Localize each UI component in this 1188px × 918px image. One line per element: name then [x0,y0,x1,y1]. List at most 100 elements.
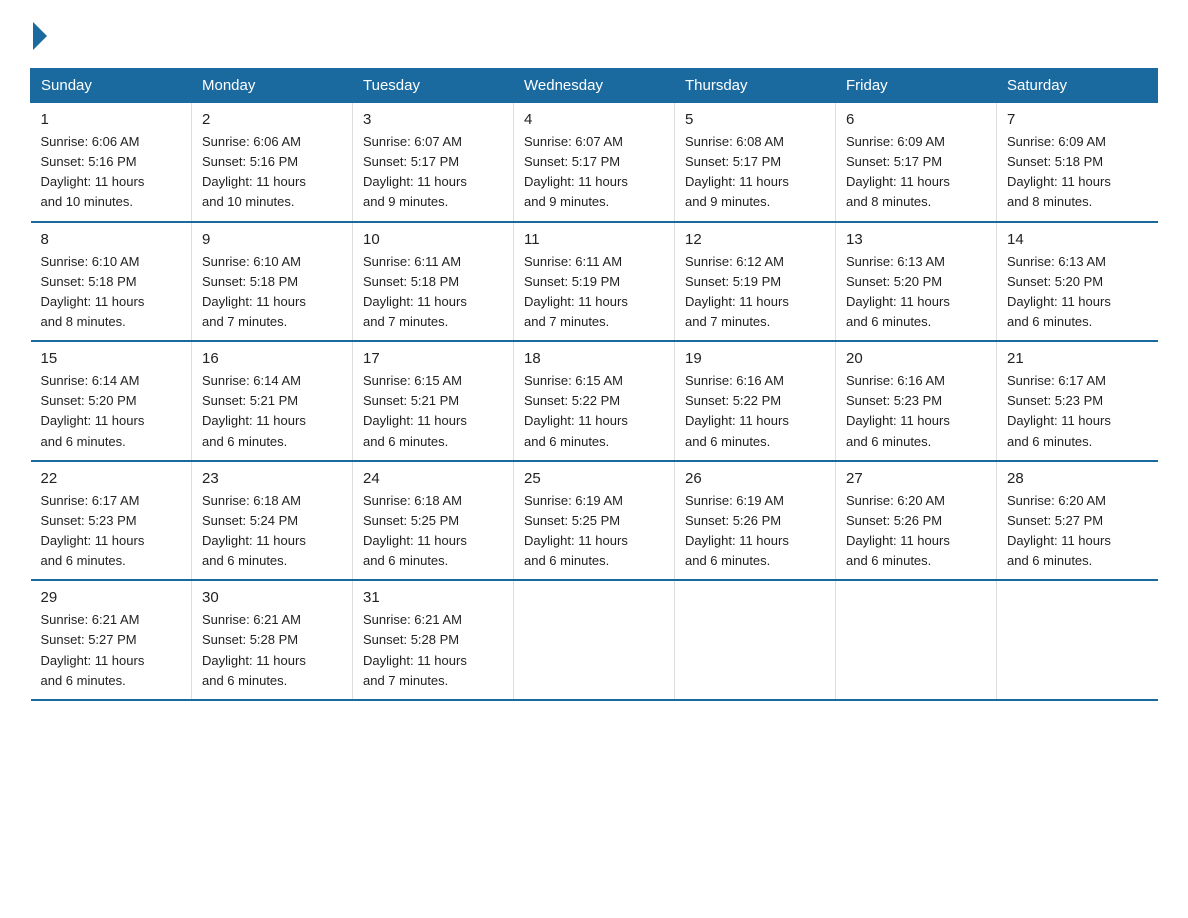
logo [30,20,47,50]
day-info: Sunrise: 6:18 AMSunset: 5:24 PMDaylight:… [202,493,306,568]
calendar-day-cell: 19 Sunrise: 6:16 AMSunset: 5:22 PMDaylig… [675,341,836,461]
calendar-day-cell: 30 Sunrise: 6:21 AMSunset: 5:28 PMDaylig… [192,580,353,700]
day-info: Sunrise: 6:19 AMSunset: 5:26 PMDaylight:… [685,493,789,568]
calendar-day-cell [514,580,675,700]
calendar-day-cell [836,580,997,700]
day-number: 5 [685,111,825,128]
day-info: Sunrise: 6:13 AMSunset: 5:20 PMDaylight:… [846,254,950,329]
day-info: Sunrise: 6:17 AMSunset: 5:23 PMDaylight:… [41,493,145,568]
calendar-day-cell: 29 Sunrise: 6:21 AMSunset: 5:27 PMDaylig… [31,580,192,700]
day-number: 4 [524,111,664,128]
day-info: Sunrise: 6:15 AMSunset: 5:22 PMDaylight:… [524,373,628,448]
day-info: Sunrise: 6:12 AMSunset: 5:19 PMDaylight:… [685,254,789,329]
day-info: Sunrise: 6:20 AMSunset: 5:27 PMDaylight:… [1007,493,1111,568]
calendar-header: SundayMondayTuesdayWednesdayThursdayFrid… [31,69,1158,103]
day-info: Sunrise: 6:10 AMSunset: 5:18 PMDaylight:… [41,254,145,329]
day-number: 18 [524,350,664,367]
calendar-week-row: 22 Sunrise: 6:17 AMSunset: 5:23 PMDaylig… [31,461,1158,581]
day-info: Sunrise: 6:09 AMSunset: 5:17 PMDaylight:… [846,134,950,209]
logo-triangle-icon [33,22,47,50]
calendar-day-cell: 16 Sunrise: 6:14 AMSunset: 5:21 PMDaylig… [192,341,353,461]
day-info: Sunrise: 6:17 AMSunset: 5:23 PMDaylight:… [1007,373,1111,448]
calendar-day-cell [675,580,836,700]
day-number: 12 [685,231,825,248]
day-number: 14 [1007,231,1148,248]
day-info: Sunrise: 6:16 AMSunset: 5:23 PMDaylight:… [846,373,950,448]
day-of-week-header: Monday [192,69,353,103]
day-number: 29 [41,589,182,606]
calendar-day-cell: 6 Sunrise: 6:09 AMSunset: 5:17 PMDayligh… [836,103,997,222]
calendar-day-cell: 5 Sunrise: 6:08 AMSunset: 5:17 PMDayligh… [675,103,836,222]
day-number: 10 [363,231,503,248]
day-info: Sunrise: 6:19 AMSunset: 5:25 PMDaylight:… [524,493,628,568]
day-info: Sunrise: 6:11 AMSunset: 5:18 PMDaylight:… [363,254,467,329]
day-info: Sunrise: 6:13 AMSunset: 5:20 PMDaylight:… [1007,254,1111,329]
day-number: 25 [524,470,664,487]
day-number: 17 [363,350,503,367]
day-info: Sunrise: 6:07 AMSunset: 5:17 PMDaylight:… [363,134,467,209]
calendar-day-cell: 27 Sunrise: 6:20 AMSunset: 5:26 PMDaylig… [836,461,997,581]
day-number: 23 [202,470,342,487]
day-number: 22 [41,470,182,487]
calendar-week-row: 29 Sunrise: 6:21 AMSunset: 5:27 PMDaylig… [31,580,1158,700]
calendar-table: SundayMondayTuesdayWednesdayThursdayFrid… [30,68,1158,701]
calendar-day-cell: 9 Sunrise: 6:10 AMSunset: 5:18 PMDayligh… [192,222,353,342]
calendar-day-cell: 15 Sunrise: 6:14 AMSunset: 5:20 PMDaylig… [31,341,192,461]
day-info: Sunrise: 6:21 AMSunset: 5:28 PMDaylight:… [202,612,306,687]
day-number: 20 [846,350,986,367]
day-number: 16 [202,350,342,367]
day-info: Sunrise: 6:07 AMSunset: 5:17 PMDaylight:… [524,134,628,209]
day-info: Sunrise: 6:14 AMSunset: 5:20 PMDaylight:… [41,373,145,448]
calendar-day-cell: 14 Sunrise: 6:13 AMSunset: 5:20 PMDaylig… [997,222,1158,342]
calendar-day-cell: 3 Sunrise: 6:07 AMSunset: 5:17 PMDayligh… [353,103,514,222]
day-info: Sunrise: 6:20 AMSunset: 5:26 PMDaylight:… [846,493,950,568]
day-of-week-header: Sunday [31,69,192,103]
day-number: 11 [524,231,664,248]
day-info: Sunrise: 6:06 AMSunset: 5:16 PMDaylight:… [41,134,145,209]
day-info: Sunrise: 6:11 AMSunset: 5:19 PMDaylight:… [524,254,628,329]
calendar-body: 1 Sunrise: 6:06 AMSunset: 5:16 PMDayligh… [31,103,1158,700]
day-info: Sunrise: 6:15 AMSunset: 5:21 PMDaylight:… [363,373,467,448]
day-info: Sunrise: 6:08 AMSunset: 5:17 PMDaylight:… [685,134,789,209]
calendar-day-cell: 25 Sunrise: 6:19 AMSunset: 5:25 PMDaylig… [514,461,675,581]
day-number: 27 [846,470,986,487]
day-info: Sunrise: 6:09 AMSunset: 5:18 PMDaylight:… [1007,134,1111,209]
day-of-week-header: Thursday [675,69,836,103]
calendar-week-row: 8 Sunrise: 6:10 AMSunset: 5:18 PMDayligh… [31,222,1158,342]
calendar-day-cell: 2 Sunrise: 6:06 AMSunset: 5:16 PMDayligh… [192,103,353,222]
calendar-day-cell: 7 Sunrise: 6:09 AMSunset: 5:18 PMDayligh… [997,103,1158,222]
calendar-day-cell: 8 Sunrise: 6:10 AMSunset: 5:18 PMDayligh… [31,222,192,342]
day-number: 21 [1007,350,1148,367]
day-number: 31 [363,589,503,606]
calendar-day-cell: 1 Sunrise: 6:06 AMSunset: 5:16 PMDayligh… [31,103,192,222]
day-info: Sunrise: 6:16 AMSunset: 5:22 PMDaylight:… [685,373,789,448]
day-number: 15 [41,350,182,367]
calendar-day-cell: 11 Sunrise: 6:11 AMSunset: 5:19 PMDaylig… [514,222,675,342]
calendar-day-cell [997,580,1158,700]
day-number: 6 [846,111,986,128]
day-number: 24 [363,470,503,487]
day-number: 13 [846,231,986,248]
day-info: Sunrise: 6:21 AMSunset: 5:28 PMDaylight:… [363,612,467,687]
day-info: Sunrise: 6:06 AMSunset: 5:16 PMDaylight:… [202,134,306,209]
day-number: 1 [41,111,182,128]
calendar-day-cell: 24 Sunrise: 6:18 AMSunset: 5:25 PMDaylig… [353,461,514,581]
day-number: 3 [363,111,503,128]
day-info: Sunrise: 6:21 AMSunset: 5:27 PMDaylight:… [41,612,145,687]
calendar-day-cell: 21 Sunrise: 6:17 AMSunset: 5:23 PMDaylig… [997,341,1158,461]
day-of-week-header: Friday [836,69,997,103]
calendar-day-cell: 4 Sunrise: 6:07 AMSunset: 5:17 PMDayligh… [514,103,675,222]
calendar-week-row: 1 Sunrise: 6:06 AMSunset: 5:16 PMDayligh… [31,103,1158,222]
day-of-week-header: Tuesday [353,69,514,103]
calendar-day-cell: 28 Sunrise: 6:20 AMSunset: 5:27 PMDaylig… [997,461,1158,581]
day-number: 26 [685,470,825,487]
day-number: 7 [1007,111,1148,128]
day-number: 9 [202,231,342,248]
day-number: 28 [1007,470,1148,487]
calendar-day-cell: 18 Sunrise: 6:15 AMSunset: 5:22 PMDaylig… [514,341,675,461]
calendar-week-row: 15 Sunrise: 6:14 AMSunset: 5:20 PMDaylig… [31,341,1158,461]
calendar-day-cell: 20 Sunrise: 6:16 AMSunset: 5:23 PMDaylig… [836,341,997,461]
day-info: Sunrise: 6:18 AMSunset: 5:25 PMDaylight:… [363,493,467,568]
day-info: Sunrise: 6:10 AMSunset: 5:18 PMDaylight:… [202,254,306,329]
day-number: 30 [202,589,342,606]
